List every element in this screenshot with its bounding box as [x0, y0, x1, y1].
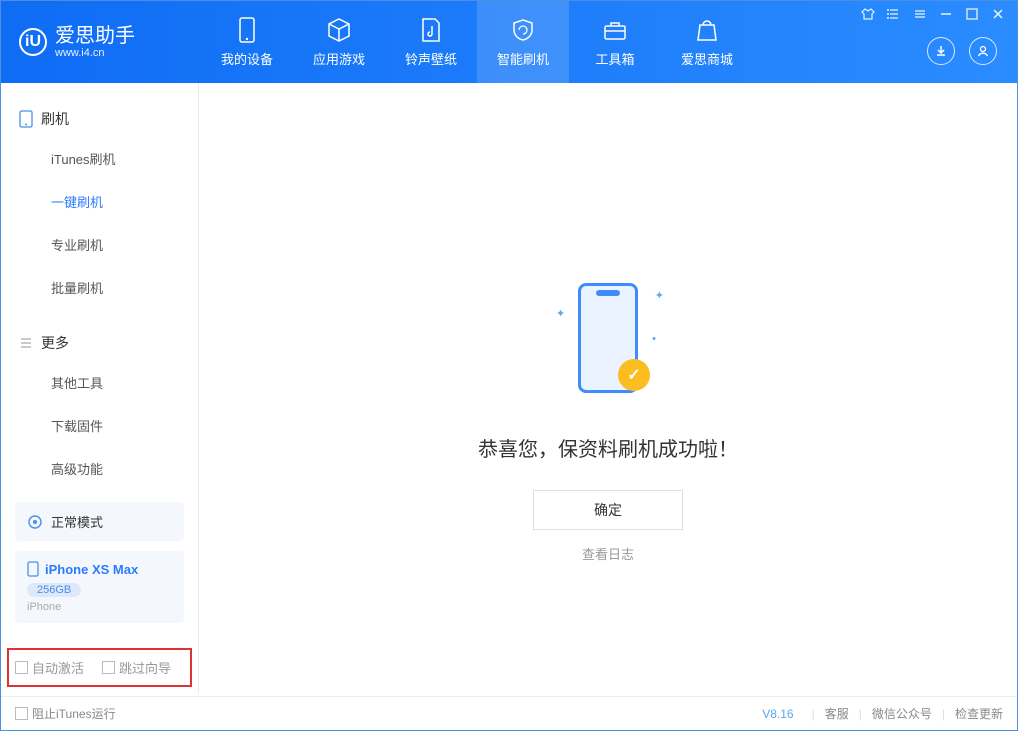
device-name-row: iPhone XS Max [27, 561, 172, 577]
sidebar-item-batch-flash[interactable]: 批量刷机 [1, 266, 198, 309]
success-illustration: ✦ ✦ • ✓ [548, 273, 668, 413]
brand-name: 爱思助手 [55, 25, 135, 47]
tab-label: 铃声壁纸 [405, 49, 457, 68]
separator: | [812, 707, 815, 721]
menu-icon[interactable] [913, 7, 929, 21]
storage-badge: 256GB [27, 583, 81, 597]
tab-label: 工具箱 [595, 49, 634, 68]
phone-icon [234, 17, 260, 43]
brand-url: www.i4.cn [55, 47, 135, 59]
sidebar-group-more: 更多 [1, 325, 198, 361]
cube-icon [326, 17, 352, 43]
list-icon[interactable] [887, 7, 903, 21]
body: 刷机 iTunes刷机 一键刷机 专业刷机 批量刷机 更多 其他工具 下载固件 … [1, 83, 1017, 693]
highlighted-options: 自动激活 跳过向导 [7, 648, 192, 687]
footer-right: V8.16 | 客服 | 微信公众号 | 检查更新 [762, 705, 1003, 722]
tab-label: 智能刷机 [497, 49, 549, 68]
sidebar-item-onekey-flash[interactable]: 一键刷机 [1, 180, 198, 223]
download-button[interactable] [927, 37, 955, 65]
checkbox-label: 自动激活 [32, 658, 84, 677]
tab-label: 爱思商城 [681, 49, 733, 68]
menu-icon [19, 336, 33, 350]
header-right-icons [927, 37, 997, 65]
maximize-button[interactable] [965, 7, 981, 21]
music-file-icon [418, 17, 444, 43]
main-tabs: 我的设备 应用游戏 铃声壁纸 智能刷机 工具箱 爱思商城 [201, 1, 753, 83]
tab-ringtones[interactable]: 铃声壁纸 [385, 1, 477, 83]
bag-icon [694, 17, 720, 43]
tab-my-device[interactable]: 我的设备 [201, 1, 293, 83]
separator: | [859, 707, 862, 721]
check-update-link[interactable]: 检查更新 [955, 705, 1003, 722]
logo: iU 爱思助手 www.i4.cn [1, 25, 201, 59]
checkbox-label: 阻止iTunes运行 [32, 705, 116, 722]
support-link[interactable]: 客服 [825, 705, 849, 722]
status-bar: 阻止iTunes运行 V8.16 | 客服 | 微信公众号 | 检查更新 [1, 696, 1017, 730]
main-content: ✦ ✦ • ✓ 恭喜您，保资料刷机成功啦！ 确定 查看日志 [199, 83, 1017, 693]
sync-icon [27, 514, 43, 530]
device-icon [19, 110, 33, 128]
title-bar: iU 爱思助手 www.i4.cn 我的设备 应用游戏 铃声壁纸 智能刷机 工具… [1, 1, 1017, 83]
tab-label: 我的设备 [221, 49, 273, 68]
checkbox-block-itunes[interactable]: 阻止iTunes运行 [15, 705, 116, 722]
toolbox-icon [602, 17, 628, 43]
sidebar-item-advanced[interactable]: 高级功能 [1, 447, 198, 490]
sparkle-icon: • [652, 333, 656, 345]
sidebar: 刷机 iTunes刷机 一键刷机 专业刷机 批量刷机 更多 其他工具 下载固件 … [1, 83, 199, 693]
separator: | [942, 707, 945, 721]
view-log-link[interactable]: 查看日志 [582, 544, 634, 563]
success-message: 恭喜您，保资料刷机成功啦！ [478, 433, 738, 462]
minimize-button[interactable] [939, 7, 955, 21]
device-name: iPhone XS Max [45, 562, 138, 577]
wechat-link[interactable]: 微信公众号 [872, 705, 932, 722]
tab-flash[interactable]: 智能刷机 [477, 1, 569, 83]
sidebar-item-pro-flash[interactable]: 专业刷机 [1, 223, 198, 266]
device-card[interactable]: iPhone XS Max 256GB iPhone [15, 551, 184, 623]
mode-label: 正常模式 [51, 512, 103, 531]
shield-sync-icon [510, 17, 536, 43]
checkbox-icon [15, 707, 28, 720]
mode-card[interactable]: 正常模式 [15, 502, 184, 541]
checkbox-skip-guide[interactable]: 跳过向导 [102, 658, 171, 677]
checkbox-icon [102, 661, 115, 674]
sidebar-group-flash: 刷机 [1, 101, 198, 137]
close-button[interactable] [991, 7, 1007, 21]
device-type: iPhone [27, 601, 172, 613]
sparkle-icon: ✦ [556, 307, 565, 320]
group-label: 刷机 [41, 109, 69, 129]
version-label: V8.16 [762, 707, 793, 721]
logo-text: 爱思助手 www.i4.cn [55, 25, 135, 59]
phone-icon [27, 561, 39, 577]
check-icon: ✓ [618, 359, 650, 391]
sidebar-item-itunes-flash[interactable]: iTunes刷机 [1, 137, 198, 180]
checkbox-icon [15, 661, 28, 674]
checkbox-label: 跳过向导 [119, 658, 171, 677]
sparkle-icon: ✦ [655, 289, 664, 302]
logo-icon: iU [19, 28, 47, 56]
sidebar-item-other-tools[interactable]: 其他工具 [1, 361, 198, 404]
window-controls [861, 7, 1007, 21]
tab-toolbox[interactable]: 工具箱 [569, 1, 661, 83]
shirt-icon[interactable] [861, 7, 877, 21]
group-label: 更多 [41, 333, 69, 353]
user-button[interactable] [969, 37, 997, 65]
sidebar-item-download-firmware[interactable]: 下载固件 [1, 404, 198, 447]
checkbox-auto-activate[interactable]: 自动激活 [15, 658, 84, 677]
tab-apps[interactable]: 应用游戏 [293, 1, 385, 83]
tab-label: 应用游戏 [313, 49, 365, 68]
tab-store[interactable]: 爱思商城 [661, 1, 753, 83]
flash-options: 自动激活 跳过向导 [1, 648, 198, 693]
ok-button[interactable]: 确定 [533, 490, 683, 530]
